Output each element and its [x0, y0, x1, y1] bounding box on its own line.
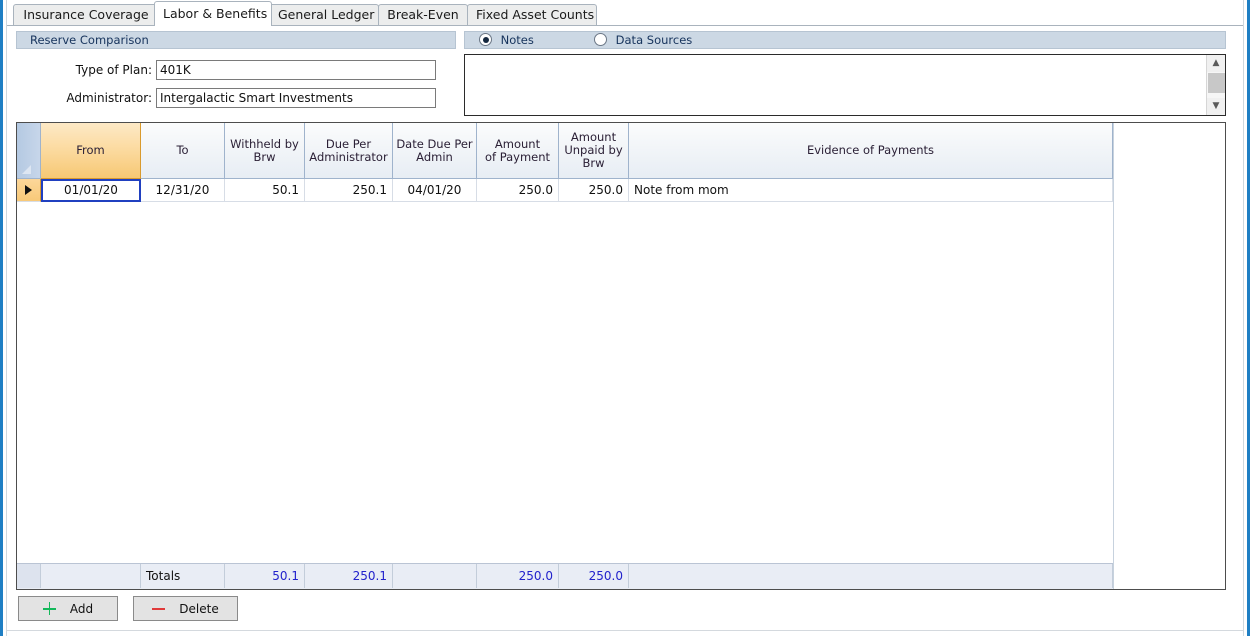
cell-5[interactable]: 250.0 — [477, 179, 559, 202]
radio-data-sources[interactable]: Data Sources — [594, 32, 692, 48]
column-header-3[interactable]: Due Per Administrator — [305, 123, 393, 179]
tab-label: Labor & Benefits — [163, 6, 267, 21]
administrator-label: Administrator: — [36, 90, 152, 106]
column-header-4[interactable]: Date Due Per Admin — [393, 123, 477, 179]
delete-button-label: Delete — [179, 602, 218, 616]
row-selector-current-row-icon[interactable] — [17, 179, 41, 202]
column-header-6[interactable]: Amount Unpaid by Brw — [559, 123, 629, 179]
footer-divider — [7, 630, 1243, 631]
column-header-5[interactable]: Amount of Payment — [477, 123, 559, 179]
grid-totals-row: Totals50.1250.1 250.0250.0 — [17, 563, 1113, 589]
column-header-label: Amount Unpaid by Brw — [564, 131, 622, 170]
totals-row-corner — [17, 564, 41, 588]
tab-labor-and-benefits[interactable]: Labor & Benefits — [154, 1, 272, 26]
totals-cell-0 — [41, 564, 141, 588]
application-window: Insurance Coverage Labor & Benefits Gene… — [0, 0, 1250, 636]
add-button-label: Add — [70, 602, 93, 616]
grid-select-all-corner[interactable] — [17, 123, 41, 179]
administrator-input[interactable] — [156, 88, 436, 108]
totals-cell-5: 250.0 — [477, 564, 559, 588]
grid-header-row: From To Withheld by Brw Due Per Administrat… — [17, 123, 1113, 179]
scroll-down-icon[interactable]: ▼ — [1207, 98, 1225, 115]
column-header-label: Evidence of Payments — [807, 144, 934, 157]
column-header-0[interactable]: From — [41, 123, 141, 179]
cell-3[interactable]: 250.1 — [305, 179, 393, 202]
tab-label: General Ledger — [278, 7, 374, 22]
radio-notes-label: Notes — [501, 33, 534, 47]
tab-label: Break-Even — [387, 7, 458, 22]
column-header-1[interactable]: To — [141, 123, 225, 179]
reserve-comparison-grid: From To Withheld by Brw Due Per Administrat… — [16, 122, 1226, 590]
notes-vertical-scrollbar[interactable]: ▲ ▼ — [1206, 55, 1225, 115]
column-header-label: Amount of Payment — [485, 138, 550, 164]
totals-cell-3: 250.1 — [305, 564, 393, 588]
radio-data-sources-indicator — [594, 33, 607, 46]
type-of-plan-label: Type of Plan: — [36, 62, 152, 78]
totals-cell-6: 250.0 — [559, 564, 629, 588]
column-header-label: To — [176, 144, 188, 157]
window-right-inner-border — [1243, 0, 1244, 636]
window-left-accent-bar — [0, 0, 3, 636]
notes-selector-bar: Notes Data Sources — [464, 31, 1226, 49]
column-header-2[interactable]: Withheld by Brw — [225, 123, 305, 179]
cell-4[interactable]: 04/01/20 — [393, 179, 477, 202]
column-header-label: From — [76, 144, 105, 157]
column-header-label: Due Per Administrator — [309, 138, 387, 164]
tab-insurance-coverage[interactable]: Insurance Coverage — [13, 4, 159, 25]
add-button[interactable]: Add — [18, 596, 118, 621]
plus-icon — [43, 602, 56, 615]
table-row[interactable]: 01/01/2012/31/2050.1250.104/01/20250.025… — [17, 179, 1113, 202]
radio-notes[interactable]: Notes — [479, 32, 534, 48]
notes-textarea-container: ▲ ▼ — [464, 54, 1226, 116]
tab-label: Insurance Coverage — [23, 7, 148, 22]
column-header-7[interactable]: Evidence of Payments — [629, 123, 1113, 179]
cell-1[interactable]: 12/31/20 — [141, 179, 225, 202]
type-of-plan-input[interactable] — [156, 60, 436, 80]
tab-label: Fixed Asset Counts — [476, 7, 594, 22]
tab-strip: Insurance Coverage Labor & Benefits Gene… — [7, 0, 1243, 26]
scrollbar-thumb[interactable] — [1208, 73, 1225, 93]
column-header-label: Date Due Per Admin — [396, 138, 472, 164]
scroll-up-icon[interactable]: ▲ — [1207, 55, 1225, 72]
radio-data-sources-label: Data Sources — [616, 33, 693, 47]
tab-fixed-asset-counts[interactable]: Fixed Asset Counts — [467, 4, 597, 25]
totals-cell-1: Totals — [141, 564, 225, 588]
cell-0[interactable]: 01/01/20 — [41, 179, 141, 202]
totals-cell-2: 50.1 — [225, 564, 305, 588]
reserve-comparison-section-header: Reserve Comparison — [16, 31, 456, 49]
radio-notes-indicator — [479, 33, 492, 46]
delete-button[interactable]: Delete — [133, 596, 238, 621]
tab-break-even[interactable]: Break-Even — [378, 4, 468, 25]
notes-textarea[interactable] — [465, 55, 1207, 115]
column-header-label: Withheld by Brw — [230, 138, 299, 164]
section-title: Reserve Comparison — [30, 33, 149, 47]
grid-empty-body-area — [17, 202, 1113, 563]
cell-6[interactable]: 250.0 — [559, 179, 629, 202]
minus-icon — [152, 602, 165, 615]
totals-cell-7 — [629, 564, 1113, 588]
cell-7[interactable]: Note from mom — [629, 179, 1113, 202]
cell-2[interactable]: 50.1 — [225, 179, 305, 202]
totals-cell-4 — [393, 564, 477, 588]
tab-general-ledger[interactable]: General Ledger — [269, 4, 379, 25]
grid-empty-right-area — [1113, 123, 1225, 589]
window-left-inner-border — [6, 0, 7, 636]
